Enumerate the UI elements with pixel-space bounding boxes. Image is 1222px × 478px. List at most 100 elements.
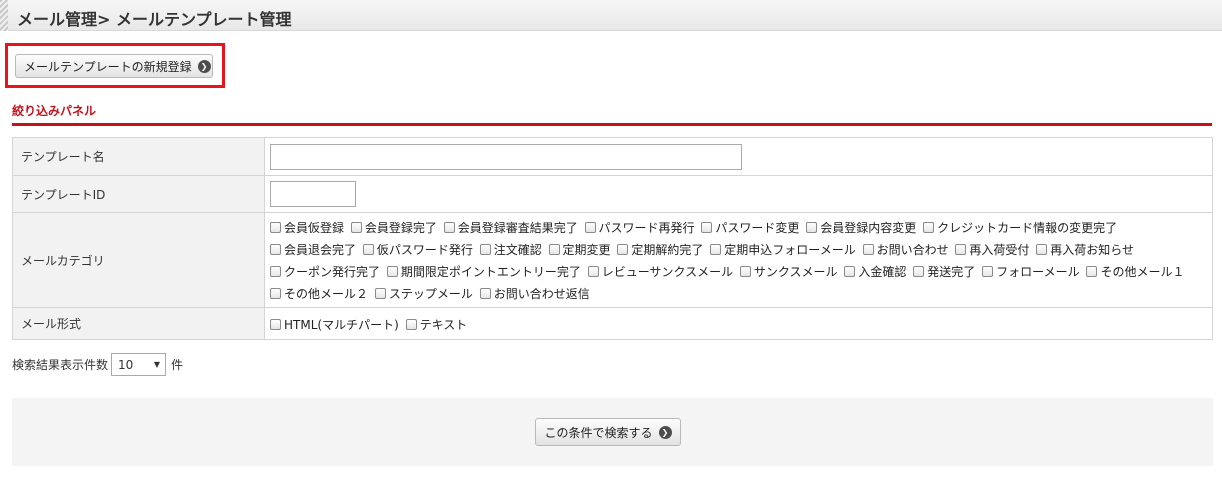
result-count-select[interactable]: 10 ▼: [111, 353, 167, 376]
mail-category-option-label: フォローメール: [996, 265, 1080, 279]
checkbox[interactable]: [913, 266, 925, 277]
checkbox[interactable]: [362, 244, 374, 255]
mail-category-option-label: 会員登録内容変更: [820, 221, 917, 235]
mail-category-option-label: 定期変更: [562, 243, 611, 257]
checkbox[interactable]: [270, 318, 281, 330]
search-button[interactable]: この条件で検索する ❯: [535, 418, 681, 446]
mail-category-option[interactable]: 入金確認: [844, 265, 906, 279]
arrow-circle-right-icon: ❯: [197, 59, 211, 73]
checkbox[interactable]: [350, 222, 362, 233]
page-title: メール管理> メールテンプレート管理: [17, 10, 292, 29]
mail-category-option-label: 会員退会完了: [284, 243, 357, 257]
mail-category-option-label: 期間限定ポイントエントリー完了: [400, 265, 581, 279]
mail-format-option[interactable]: テキスト: [405, 318, 467, 332]
checkbox[interactable]: [844, 266, 856, 277]
mail-category-option[interactable]: 会員登録完了: [350, 221, 437, 235]
new-template-button[interactable]: メールテンプレートの新規登録 ❯: [15, 54, 213, 78]
filter-row-template-id: テンプレートID: [12, 175, 1213, 213]
mail-category-option-label: 会員登録審査結果完了: [457, 221, 578, 235]
checkbox[interactable]: [374, 288, 386, 299]
mail-category-option[interactable]: パスワード再発行: [584, 221, 695, 235]
mail-category-option[interactable]: サンクスメール: [739, 265, 838, 279]
checkbox[interactable]: [955, 244, 967, 255]
mail-category-option-label: お問い合わせ: [876, 243, 949, 257]
mail-category-option-label: 再入荷お知らせ: [1050, 243, 1135, 257]
checkbox[interactable]: [405, 318, 417, 330]
checkbox[interactable]: [617, 244, 629, 255]
filter-row-mail-format: メール形式 HTML(マルチパート) テキスト: [12, 307, 1213, 340]
mail-category-option[interactable]: フォローメール: [982, 265, 1080, 279]
caret-down-icon: ▼: [153, 360, 161, 369]
checkbox[interactable]: [710, 244, 722, 255]
mail-category-option-label: 仮パスワード発行: [376, 243, 473, 257]
mail-format-option[interactable]: HTML(マルチパート): [270, 318, 399, 332]
mail-category-option[interactable]: 期間限定ポイントエントリー完了: [386, 265, 581, 279]
mail-category-option-label: 会員仮登録: [284, 221, 345, 235]
checkbox[interactable]: [386, 266, 398, 277]
template-name-cell: [264, 137, 1213, 176]
checkbox[interactable]: [548, 244, 560, 255]
checkbox[interactable]: [587, 266, 599, 277]
mail-category-option[interactable]: その他メール１: [1086, 265, 1184, 279]
checkbox[interactable]: [584, 222, 596, 233]
checkbox[interactable]: [923, 222, 935, 233]
checkbox[interactable]: [479, 288, 491, 299]
checkbox[interactable]: [270, 244, 281, 255]
mail-category-option[interactable]: 発送完了: [913, 265, 975, 279]
mail-category-option[interactable]: 再入荷お知らせ: [1036, 243, 1134, 257]
checkbox[interactable]: [1036, 244, 1048, 255]
checkbox[interactable]: [739, 266, 751, 277]
mail-category-option[interactable]: クレジットカード情報の変更完了: [923, 221, 1117, 235]
filter-panel-divider: [12, 123, 1212, 126]
filter-table: テンプレート名 テンプレートID メールカテゴリ 会員仮登録 会員登録完了 会員…: [12, 137, 1213, 340]
template-id-input[interactable]: [270, 181, 356, 207]
filter-panel-title: 絞り込みパネル: [12, 104, 97, 118]
template-id-label: テンプレートID: [12, 175, 265, 213]
mail-category-option[interactable]: お問い合わせ返信: [479, 287, 590, 301]
mail-category-option[interactable]: 会員仮登録: [270, 221, 344, 235]
result-count-row: 検索結果表示件数 10 ▼ 件: [12, 353, 183, 376]
checkbox[interactable]: [862, 244, 874, 255]
mail-category-option[interactable]: 定期変更: [548, 243, 611, 257]
mail-category-option[interactable]: 定期申込フォローメール: [710, 243, 856, 257]
mail-category-option[interactable]: 注文確認: [479, 243, 542, 257]
mail-category-option-label: その他メール１: [1100, 265, 1185, 279]
mail-category-option-label: 定期解約完了: [631, 243, 704, 257]
mail-category-cell: 会員仮登録 会員登録完了 会員登録審査結果完了 パスワード再発行 パスワード変更…: [264, 212, 1213, 308]
mail-category-option[interactable]: 会員退会完了: [270, 243, 356, 257]
mail-category-option[interactable]: お問い合わせ: [862, 243, 949, 257]
search-button-label: この条件で検索する: [544, 425, 653, 440]
mail-format-label: メール形式: [12, 307, 265, 340]
mail-category-option[interactable]: 会員登録審査結果完了: [443, 221, 578, 235]
search-area: この条件で検索する ❯: [12, 398, 1213, 466]
template-name-input[interactable]: [270, 143, 742, 170]
checkbox[interactable]: [443, 222, 455, 233]
arrow-circle-right-icon: ❯: [658, 425, 672, 439]
mail-category-label: メールカテゴリ: [12, 212, 265, 308]
mail-category-option[interactable]: 再入荷受付: [955, 243, 1029, 257]
mail-category-option[interactable]: 定期解約完了: [617, 243, 703, 257]
checkbox[interactable]: [270, 266, 281, 277]
new-button-highlight: メールテンプレートの新規登録 ❯: [5, 43, 225, 88]
mail-category-option[interactable]: ステップメール: [374, 287, 473, 301]
mail-category-option[interactable]: 仮パスワード発行: [362, 243, 473, 257]
checkbox[interactable]: [479, 244, 491, 255]
checkbox[interactable]: [982, 266, 994, 277]
mail-category-option-label: 会員登録完了: [364, 221, 437, 235]
mail-category-option[interactable]: その他メール２: [270, 287, 368, 301]
checkbox[interactable]: [270, 288, 281, 299]
new-template-button-label: メールテンプレートの新規登録: [24, 59, 192, 74]
result-count-suffix: 件: [171, 358, 184, 372]
mail-category-option[interactable]: パスワード変更: [701, 221, 799, 235]
mail-category-option[interactable]: 会員登録内容変更: [806, 221, 916, 235]
filter-row-mail-category: メールカテゴリ 会員仮登録 会員登録完了 会員登録審査結果完了 パスワード再発行…: [12, 212, 1213, 308]
checkbox[interactable]: [701, 222, 713, 233]
checkbox[interactable]: [270, 222, 281, 233]
mail-category-option-label: クーポン発行完了: [284, 265, 381, 279]
mail-category-option[interactable]: レビューサンクスメール: [587, 265, 733, 279]
checkbox[interactable]: [1086, 266, 1098, 277]
mail-category-option-label: パスワード再発行: [598, 221, 695, 235]
mail-category-option-label: お問い合わせ返信: [493, 287, 590, 301]
checkbox[interactable]: [806, 222, 818, 233]
mail-category-option[interactable]: クーポン発行完了: [270, 265, 380, 279]
